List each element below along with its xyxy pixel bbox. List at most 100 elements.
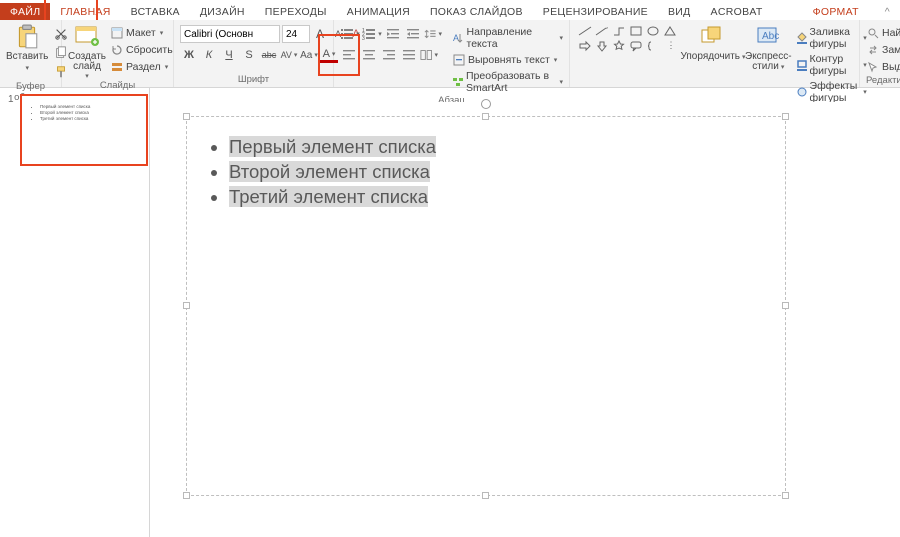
- shape-line-icon[interactable]: [578, 25, 594, 39]
- tab-insert[interactable]: ВСТАВКА: [121, 3, 190, 20]
- shape-connector-icon[interactable]: [612, 25, 628, 39]
- slide-canvas: Первый элемент списка Второй элемент спи…: [180, 102, 870, 522]
- tab-animations[interactable]: АНИМАЦИЯ: [337, 3, 420, 20]
- bullets-button[interactable]: [340, 25, 360, 43]
- group-label-editing: Редакти: [866, 75, 894, 88]
- list-item[interactable]: Первый элемент списка: [229, 136, 763, 158]
- shape-effects-icon: [796, 85, 808, 99]
- shape-line-arrow-icon[interactable]: [595, 25, 611, 39]
- group-label-font: Шрифт: [180, 74, 327, 87]
- align-right-button[interactable]: [380, 46, 398, 64]
- svg-text:Abc: Abc: [762, 31, 779, 42]
- layout-icon: [110, 26, 124, 40]
- tab-slideshow[interactable]: ПОКАЗ СЛАЙДОВ: [420, 3, 533, 20]
- justify-button[interactable]: [400, 46, 418, 64]
- shape-star-icon[interactable]: [612, 40, 628, 54]
- resize-handle[interactable]: [482, 492, 489, 499]
- rotate-handle[interactable]: [481, 99, 491, 109]
- slide-thumbnails-pane: 1 Первый элемент списка Второй элемент с…: [0, 88, 150, 537]
- shadow-button[interactable]: S: [240, 46, 258, 64]
- shapes-more-icon[interactable]: ⋮: [663, 40, 679, 54]
- shape-outline-button[interactable]: Контур фигуры: [796, 52, 867, 78]
- grow-font-button[interactable]: A: [312, 25, 328, 43]
- quick-styles-button[interactable]: Abc Экспресс- стили: [745, 22, 792, 72]
- convert-smartart-button[interactable]: Преобразовать в SmartArt: [452, 69, 563, 95]
- shape-outline-icon: [796, 58, 808, 72]
- align-center-button[interactable]: [360, 46, 378, 64]
- shape-brace-icon[interactable]: [646, 40, 662, 54]
- group-clipboard: Вставить ▾ Буфер обмена: [0, 20, 62, 87]
- shape-fill-button[interactable]: Заливка фигуры: [796, 25, 867, 51]
- strikethrough-button[interactable]: abc: [260, 46, 278, 64]
- shape-triangle-icon[interactable]: [663, 25, 679, 39]
- resize-handle[interactable]: [183, 302, 190, 309]
- list-item[interactable]: Второй элемент списка: [229, 161, 763, 183]
- group-editing: Най Зам Выд Редакти: [860, 20, 900, 87]
- shape-oval-icon[interactable]: [646, 25, 662, 39]
- columns-button[interactable]: [420, 46, 438, 64]
- change-case-button[interactable]: Aa: [300, 46, 318, 64]
- reset-button[interactable]: Сбросить: [110, 42, 173, 58]
- italic-button[interactable]: К: [200, 46, 218, 64]
- font-name-combo[interactable]: [180, 25, 280, 43]
- reset-icon: [110, 43, 124, 57]
- font-size-combo[interactable]: [282, 25, 310, 43]
- shapes-gallery[interactable]: ⋮: [576, 22, 681, 54]
- paste-button[interactable]: Вставить ▾: [6, 22, 48, 72]
- slide-edit-area[interactable]: Первый элемент списка Второй элемент спи…: [150, 88, 900, 537]
- arrange-button[interactable]: Упорядочить: [685, 22, 741, 62]
- group-slides: Создать слайд ▾ Макет Сбросить Раздел Сл…: [62, 20, 174, 87]
- content-placeholder[interactable]: Первый элемент списка Второй элемент спи…: [186, 116, 786, 496]
- line-spacing-button[interactable]: [424, 25, 442, 43]
- tab-acrobat[interactable]: ACROBAT: [701, 3, 773, 20]
- tab-format[interactable]: ФОРМАТ: [803, 3, 869, 20]
- align-left-button[interactable]: [340, 46, 358, 64]
- list-item[interactable]: Третий элемент списка: [229, 186, 763, 208]
- shape-arrow-right-icon[interactable]: [578, 40, 594, 54]
- svg-text:A: A: [453, 33, 459, 43]
- tab-home[interactable]: ГЛАВНАЯ: [50, 3, 120, 20]
- section-button[interactable]: Раздел: [110, 59, 173, 75]
- group-font: A A A Ж К Ч S abc AV Aa A Шрифт: [174, 20, 334, 87]
- tab-design[interactable]: ДИЗАЙН: [190, 3, 255, 20]
- text-direction-icon: A: [452, 31, 465, 45]
- resize-handle[interactable]: [782, 302, 789, 309]
- find-button[interactable]: Най: [866, 25, 900, 41]
- replace-button[interactable]: Зам: [866, 42, 900, 58]
- shape-fill-icon: [796, 31, 808, 45]
- new-slide-button[interactable]: Создать слайд ▾: [68, 22, 106, 80]
- resize-handle[interactable]: [782, 492, 789, 499]
- increase-indent-button[interactable]: [404, 25, 422, 43]
- decrease-indent-button[interactable]: [384, 25, 402, 43]
- layout-button[interactable]: Макет: [110, 25, 173, 41]
- align-text-button[interactable]: Выровнять текст: [452, 52, 563, 68]
- select-button[interactable]: Выд: [866, 59, 900, 75]
- shape-arrow-down-icon[interactable]: [595, 40, 611, 54]
- group-paragraph: 123 AНаправление текста Выровнять текст …: [334, 20, 570, 87]
- tab-file[interactable]: ФАЙЛ: [0, 3, 50, 20]
- align-text-icon: [452, 53, 466, 67]
- underline-button[interactable]: Ч: [220, 46, 238, 64]
- arrange-icon: [699, 24, 727, 50]
- resize-handle[interactable]: [482, 113, 489, 120]
- thumbnail-1[interactable]: 1 Первый элемент списка Второй элемент с…: [6, 94, 143, 166]
- text-direction-button[interactable]: AНаправление текста: [452, 25, 563, 51]
- ribbon-collapse[interactable]: ^: [875, 3, 900, 20]
- resize-handle[interactable]: [183, 113, 190, 120]
- new-slide-icon: [73, 24, 101, 50]
- char-spacing-button[interactable]: AV: [280, 46, 298, 64]
- bold-button[interactable]: Ж: [180, 46, 198, 64]
- tab-transitions[interactable]: ПЕРЕХОДЫ: [255, 3, 337, 20]
- group-drawing: ⋮ Упорядочить Abc Экспресс- стили Заливк…: [570, 20, 860, 87]
- quick-styles-icon: Abc: [754, 24, 782, 50]
- resize-handle[interactable]: [782, 113, 789, 120]
- thumbnail-preview: Первый элемент списка Второй элемент спи…: [20, 94, 148, 166]
- shape-rectangle-icon[interactable]: [629, 25, 645, 39]
- numbering-button[interactable]: 123: [362, 25, 382, 43]
- shape-callout-icon[interactable]: [629, 40, 645, 54]
- ribbon: Вставить ▾ Буфер обмена Создать слайд ▾ …: [0, 20, 900, 88]
- tab-view[interactable]: ВИД: [658, 3, 701, 20]
- tab-review[interactable]: РЕЦЕНЗИРОВАНИЕ: [533, 3, 658, 20]
- smartart-icon: [452, 75, 464, 89]
- resize-handle[interactable]: [183, 492, 190, 499]
